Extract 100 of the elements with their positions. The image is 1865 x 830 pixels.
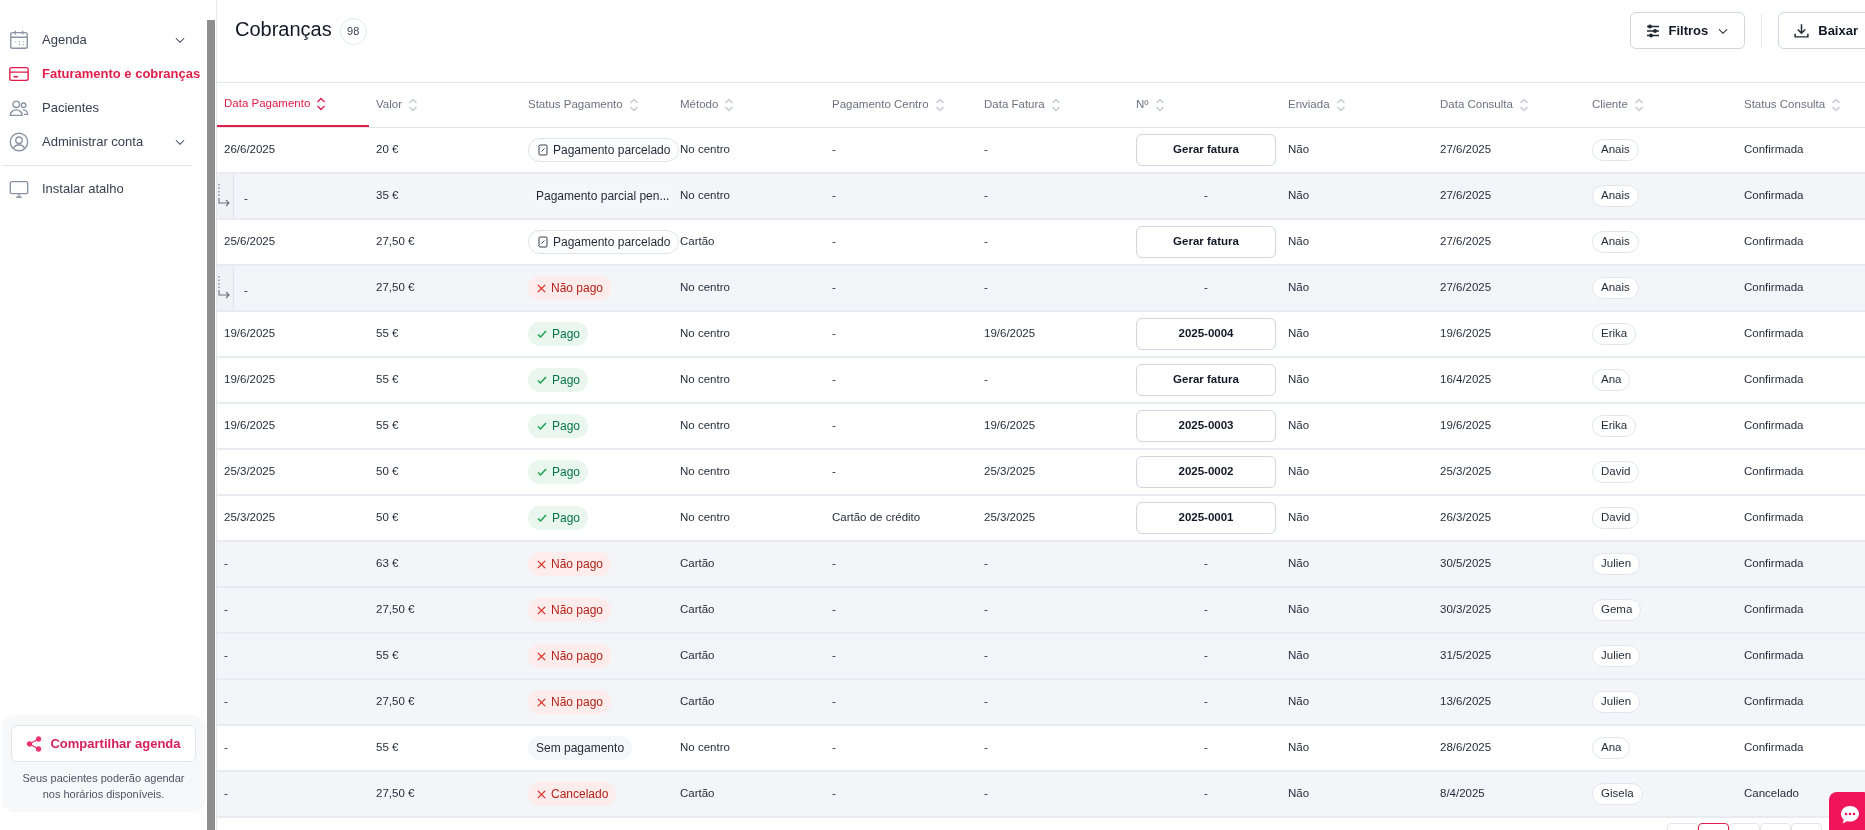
table-cell: 30/3/2025 <box>1440 603 1492 616</box>
sidebar-item[interactable]: Pacientes <box>0 91 207 125</box>
table-cell: Não <box>1288 327 1310 340</box>
invoice-button[interactable]: 2025-0001 <box>1136 502 1276 534</box>
sort-icon <box>1335 97 1346 113</box>
sidebar-item[interactable]: Instalar atalho <box>0 172 207 206</box>
status-pill: Pagamento parcelado <box>528 138 680 162</box>
table-cell: 50 € <box>376 511 399 524</box>
status-pill: Não pago <box>528 598 612 622</box>
table-cell: Cartão <box>680 603 715 616</box>
table-cell: No centro <box>680 189 730 202</box>
table-cell: - <box>984 143 988 156</box>
table-cell: 55 € <box>376 649 399 662</box>
table-cell: 50 € <box>376 465 399 478</box>
table-cell: 25/3/2025 <box>984 511 1036 524</box>
check-icon <box>536 374 548 386</box>
table-cell: Cartão <box>680 787 715 800</box>
table-cell: Confirmada <box>1744 465 1804 478</box>
sidebar-label: Pacientes <box>42 99 101 118</box>
check-icon <box>536 466 548 478</box>
table-cell: - <box>832 695 836 708</box>
status-pill: Pagamento parcelado <box>528 230 680 254</box>
table-cell: Cartão <box>680 695 715 708</box>
column-header[interactable]: Valor <box>369 83 521 127</box>
table-cell: 35 € <box>376 189 399 202</box>
column-header[interactable]: Enviada <box>1281 83 1433 127</box>
invoice-button[interactable]: Gerar fatura <box>1136 364 1276 396</box>
cross-icon <box>536 604 547 616</box>
table-cell: Confirmada <box>1744 695 1804 708</box>
table-cell: 27,50 € <box>376 281 415 294</box>
table-cell: Não <box>1288 649 1310 662</box>
scrollbar-thumb[interactable] <box>207 20 215 830</box>
status-pill: Pago <box>528 322 589 346</box>
table-cell-text: - <box>1204 694 1208 710</box>
table-cell: 26/3/2025 <box>1440 511 1492 524</box>
table-cell: Confirmada <box>1744 741 1804 754</box>
download-icon <box>1793 22 1811 39</box>
sort-icon <box>1633 97 1644 113</box>
receipt-icon <box>537 236 549 248</box>
invoice-button[interactable]: Gerar fatura <box>1136 134 1276 166</box>
table-cell: Confirmada <box>1744 511 1804 524</box>
sort-icon <box>628 97 639 113</box>
column-header[interactable]: Pagamento Centro <box>825 83 977 127</box>
table-cell: - <box>984 373 988 386</box>
status-pill: Sem pagamento <box>528 736 633 760</box>
column-header[interactable]: Método <box>673 83 825 127</box>
table-cell: 55 € <box>376 419 399 432</box>
sidebar-item[interactable]: Faturamento e cobranças <box>0 57 207 91</box>
filters-button[interactable]: Filtros <box>1629 12 1746 49</box>
table-cell: 63 € <box>376 557 399 570</box>
client-tag: Ana <box>1592 369 1631 391</box>
download-button[interactable]: Baixar <box>1778 12 1865 49</box>
table-cell: Confirmada <box>1744 603 1804 616</box>
invoice-button[interactable]: 2025-0004 <box>1136 318 1276 350</box>
column-header[interactable]: Data Fatura <box>977 83 1129 127</box>
chat-button[interactable] <box>1829 792 1865 830</box>
sort-icon <box>1831 97 1842 113</box>
sort-icon <box>1154 97 1165 113</box>
share-button[interactable]: Compartilhar agenda <box>11 725 196 762</box>
people-icon <box>8 97 30 119</box>
column-header[interactable]: Nº <box>1129 83 1281 127</box>
client-tag: Julien <box>1592 691 1641 713</box>
table-cell: Confirmada <box>1744 143 1804 156</box>
table-cell: - <box>224 695 228 708</box>
table-cell: No centro <box>680 281 730 294</box>
table-cell: 55 € <box>376 373 399 386</box>
table-cell: 25/3/2025 <box>224 465 276 478</box>
column-header[interactable]: Status Pagamento <box>521 83 673 127</box>
column-header[interactable]: Status Consulta <box>1737 83 1865 127</box>
table-cell-text: - <box>1204 740 1208 756</box>
table-cell: Confirmada <box>1744 649 1804 662</box>
table-cell: 27,50 € <box>376 695 415 708</box>
sort-icon <box>724 97 735 113</box>
status-pill: Não pago <box>528 276 612 300</box>
cross-icon <box>536 558 547 570</box>
column-header[interactable]: Cliente <box>1585 83 1737 127</box>
table-cell-text: - <box>1204 786 1208 802</box>
sidebar-item[interactable]: Agenda <box>0 23 207 57</box>
table-cell: - <box>244 284 248 297</box>
table-cell: - <box>832 327 836 340</box>
table-cell: Não <box>1288 281 1310 294</box>
table-cell: 28/6/2025 <box>1440 741 1492 754</box>
sidebar-item[interactable]: Administrar conta <box>0 125 207 159</box>
table-cell: No centro <box>680 741 730 754</box>
invoice-button[interactable]: 2025-0002 <box>1136 456 1276 488</box>
table-cell: - <box>984 281 988 294</box>
invoice-button[interactable]: 2025-0003 <box>1136 410 1276 442</box>
table-cell: Não <box>1288 189 1310 202</box>
invoice-button[interactable]: Gerar fatura <box>1136 226 1276 258</box>
table-cell: 30/5/2025 <box>1440 557 1492 570</box>
sidebar-label: Faturamento e cobranças <box>42 65 201 84</box>
table-cell: 19/6/2025 <box>1440 327 1492 340</box>
client-tag: Anais <box>1592 185 1639 207</box>
client-tag: David <box>1592 461 1640 483</box>
client-tag: Gisela <box>1592 783 1643 805</box>
status-pill: Não pago <box>528 644 612 668</box>
status-pill: Não pago <box>528 552 612 576</box>
indent-arrow-icon <box>217 183 231 209</box>
table-cell: No centro <box>680 419 730 432</box>
column-header[interactable]: Data Consulta <box>1433 83 1585 127</box>
